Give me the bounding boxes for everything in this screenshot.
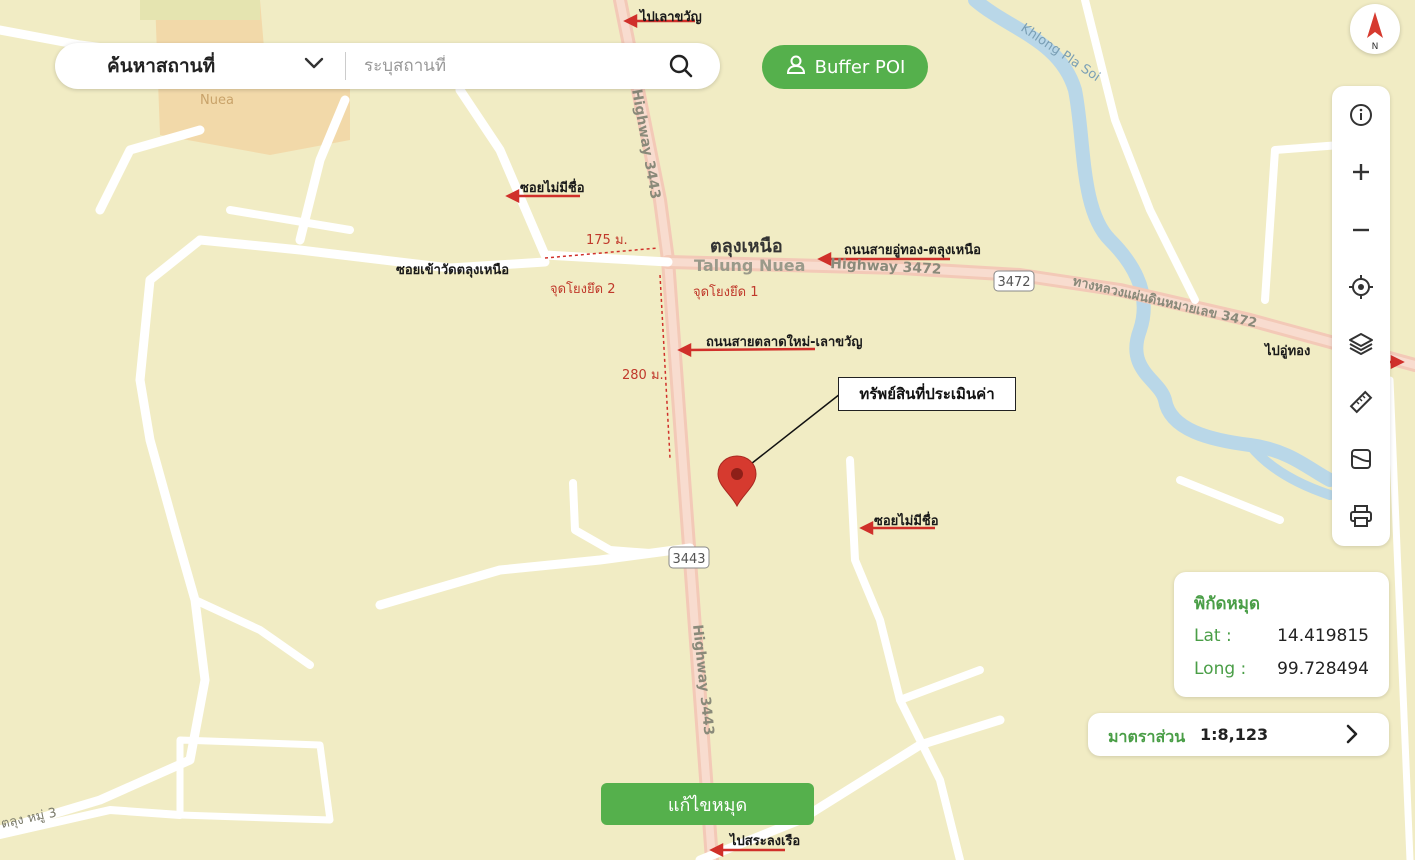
label-to-u-thong: ไปอู่ทอง (1265, 344, 1311, 359)
property-callout: ทรัพย์สินที่ประเมินค่า (838, 377, 1016, 411)
lat-label: Lat : (1194, 626, 1232, 646)
compass-icon: N (1367, 12, 1383, 52)
map-style-icon[interactable] (1345, 443, 1377, 475)
svg-text:3443: 3443 (672, 552, 705, 567)
label-soi-wat: ซอยเข้าวัดตลุงเหนือ (396, 263, 510, 278)
edit-pin-button[interactable]: แก้ไขหมุด (601, 783, 814, 825)
locate-icon[interactable] (1345, 271, 1377, 303)
park-area (140, 0, 260, 20)
search-input[interactable] (362, 55, 656, 77)
long-label: Long : (1194, 659, 1247, 679)
label-distance-280: 280 ม. (622, 368, 664, 383)
search-bar: ค้นหาสถานที่ (55, 43, 720, 89)
chevron-right-icon[interactable] (1345, 724, 1359, 748)
ruler-icon[interactable] (1345, 386, 1377, 418)
label-to-lao-khwan: ไปเลาขวัญ (640, 10, 702, 25)
map-toolbar (1332, 86, 1390, 546)
print-icon[interactable] (1345, 500, 1377, 532)
scale-panel[interactable]: มาตราส่วน 1:8,123 (1088, 713, 1389, 756)
lat-value: 14.419815 (1277, 626, 1369, 646)
route-shield-3472: 3472 (993, 270, 1035, 292)
label-soi-no-name: ซอยไม่มีชื่อ (520, 181, 585, 196)
place-name-en: Talung Nuea (694, 256, 806, 275)
chevron-down-icon (303, 53, 325, 75)
coordinate-title: พิกัดหมุด (1194, 594, 1260, 614)
long-value: 99.728494 (1277, 659, 1369, 679)
scale-value: 1:8,123 (1200, 725, 1269, 744)
search-type-label: ค้นหาสถานที่ (107, 55, 216, 77)
zoom-in-icon[interactable] (1345, 156, 1377, 188)
scale-label: มาตราส่วน (1108, 727, 1186, 746)
svg-text:N: N (1372, 42, 1379, 52)
search-divider (345, 52, 346, 80)
label-ref-point-1: จุดโยงยึด 1 (693, 285, 759, 300)
label-soi-no-name-2: ซอยไม่มีชื่อ (874, 514, 939, 529)
area-label: Nuea (200, 93, 234, 108)
info-icon[interactable] (1345, 99, 1377, 131)
label-road-u-thong: ถนนสายอู่ทอง-ตลุงเหนือ (844, 243, 981, 258)
svg-text:3472: 3472 (997, 275, 1030, 290)
layers-icon[interactable] (1345, 328, 1377, 360)
search-icon[interactable] (668, 53, 694, 83)
route-shield-3443: 3443 (668, 546, 710, 569)
buffer-poi-label: Buffer POI (814, 56, 906, 78)
label-distance-175: 175 ม. (586, 233, 628, 248)
zoom-out-icon[interactable] (1345, 214, 1377, 246)
user-pin-icon (785, 54, 807, 81)
buffer-poi-button[interactable]: Buffer POI (762, 45, 928, 89)
label-ref-point-2: จุดโยงยึด 2 (550, 282, 616, 297)
search-type-dropdown[interactable]: ค้นหาสถานที่ (55, 51, 345, 81)
compass-button[interactable]: N (1350, 4, 1400, 54)
label-to-sa-long-ruea: ไปสระลงเรือ (730, 834, 801, 849)
coordinate-panel: พิกัดหมุด Lat : 14.419815 Long : 99.7284… (1174, 572, 1389, 697)
label-road-talad-mai: ถนนสายตลาดใหม่-เลาขวัญ (706, 335, 863, 350)
